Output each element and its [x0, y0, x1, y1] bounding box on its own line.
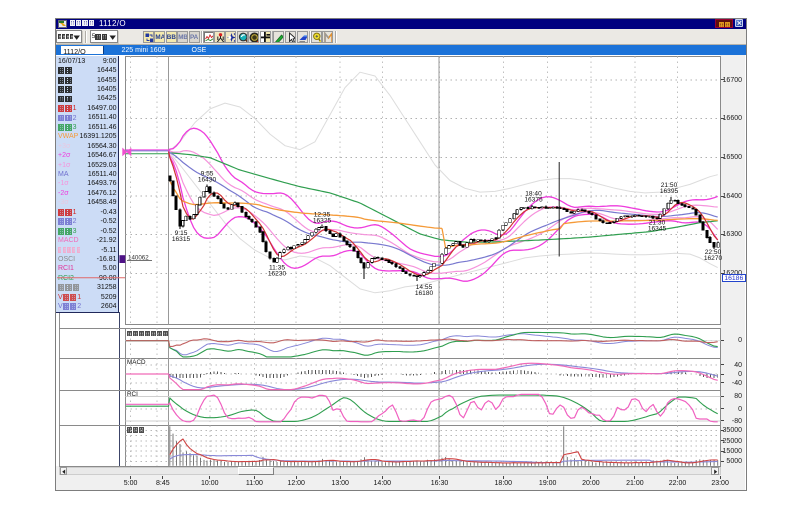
svg-text:16345: 16345: [648, 225, 667, 232]
svg-text:16270: 16270: [704, 255, 723, 262]
svg-text:16230: 16230: [268, 270, 287, 277]
svg-text:16395: 16395: [660, 188, 679, 195]
svg-text:16180: 16180: [415, 290, 434, 297]
svg-text:16325: 16325: [313, 218, 332, 225]
svg-text:16375: 16375: [524, 196, 543, 203]
svg-text:16430: 16430: [198, 177, 217, 184]
svg-text:16315: 16315: [172, 236, 191, 243]
